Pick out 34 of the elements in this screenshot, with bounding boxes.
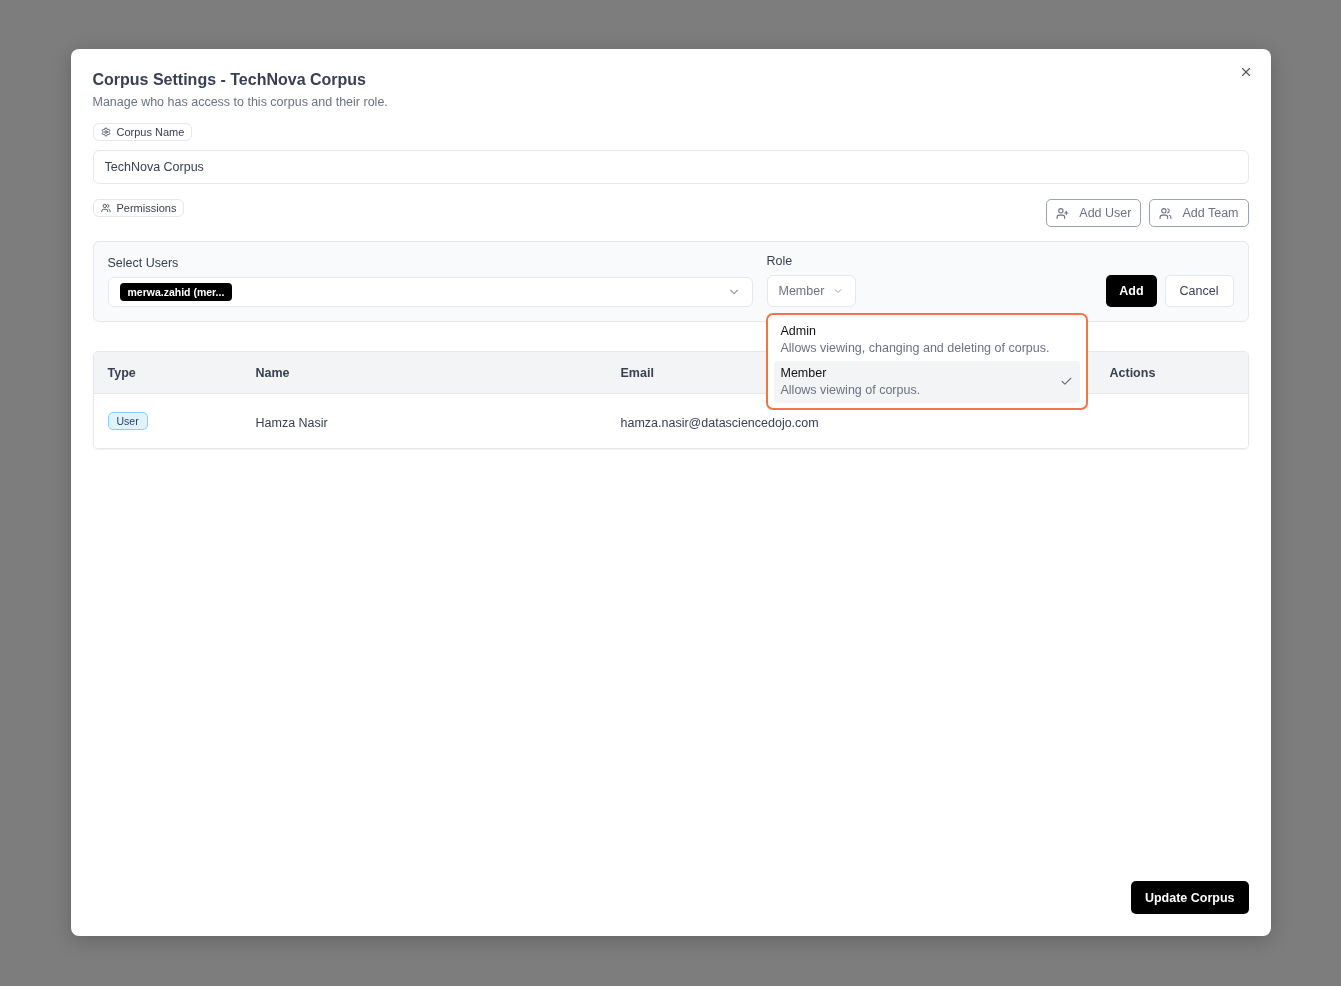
add-button[interactable]: Add Team [1149,199,1249,227]
section-label-text: Permissions [116,202,177,214]
dialog-title: Corpus Settings - TechNova Corpus [92,71,367,89]
corpus-name-field[interactable]: TechNova Corpus [92,150,1249,184]
role-description: Allows viewing, changing and deleting of corpus. [780,341,1050,355]
column-header: Name [255,365,290,380]
role-name: Admin [780,324,817,338]
gear-icon [100,127,111,137]
user-tag: merwa.zahid (mer... [119,283,233,301]
section-label-text: Corpus Name [116,126,185,138]
role-description: Allows viewing of corpus. [780,383,921,397]
table-cell-text: Hamza Nasir [255,415,328,430]
role-option[interactable]: Admin Allows viewing, changing and deleting of corpus. [773,319,1080,361]
role-name: Member [780,366,828,380]
users-icon [100,203,111,213]
add-button[interactable]: Add User [1046,199,1142,227]
dialog-subtitle: Manage who has access to this corpus and their role. [92,95,389,109]
user-plus-icon [1056,206,1070,220]
field-label: Role [766,254,794,268]
type-badge: User [107,412,148,430]
table-cell-text: hamza.nasir@datasciencedojo.com [620,415,819,430]
field-label: Select Users [107,256,180,270]
cancel-button[interactable]: Cancel [1164,275,1234,307]
role-value: Member [778,284,825,298]
users-icon [1159,206,1173,220]
update-corpus-button[interactable]: Update Corpus [1130,881,1249,914]
check-icon [1059,375,1073,388]
column-header: Actions [1109,365,1156,380]
add-button[interactable]: Add [1106,275,1157,307]
role-option[interactable]: Member Allows viewing of corpus. [773,361,1080,403]
users-select[interactable]: merwa.zahid (mer... [107,277,753,307]
column-header: Type [107,365,136,380]
column-header: Email [620,365,654,380]
role-select[interactable]: Member [766,275,857,307]
